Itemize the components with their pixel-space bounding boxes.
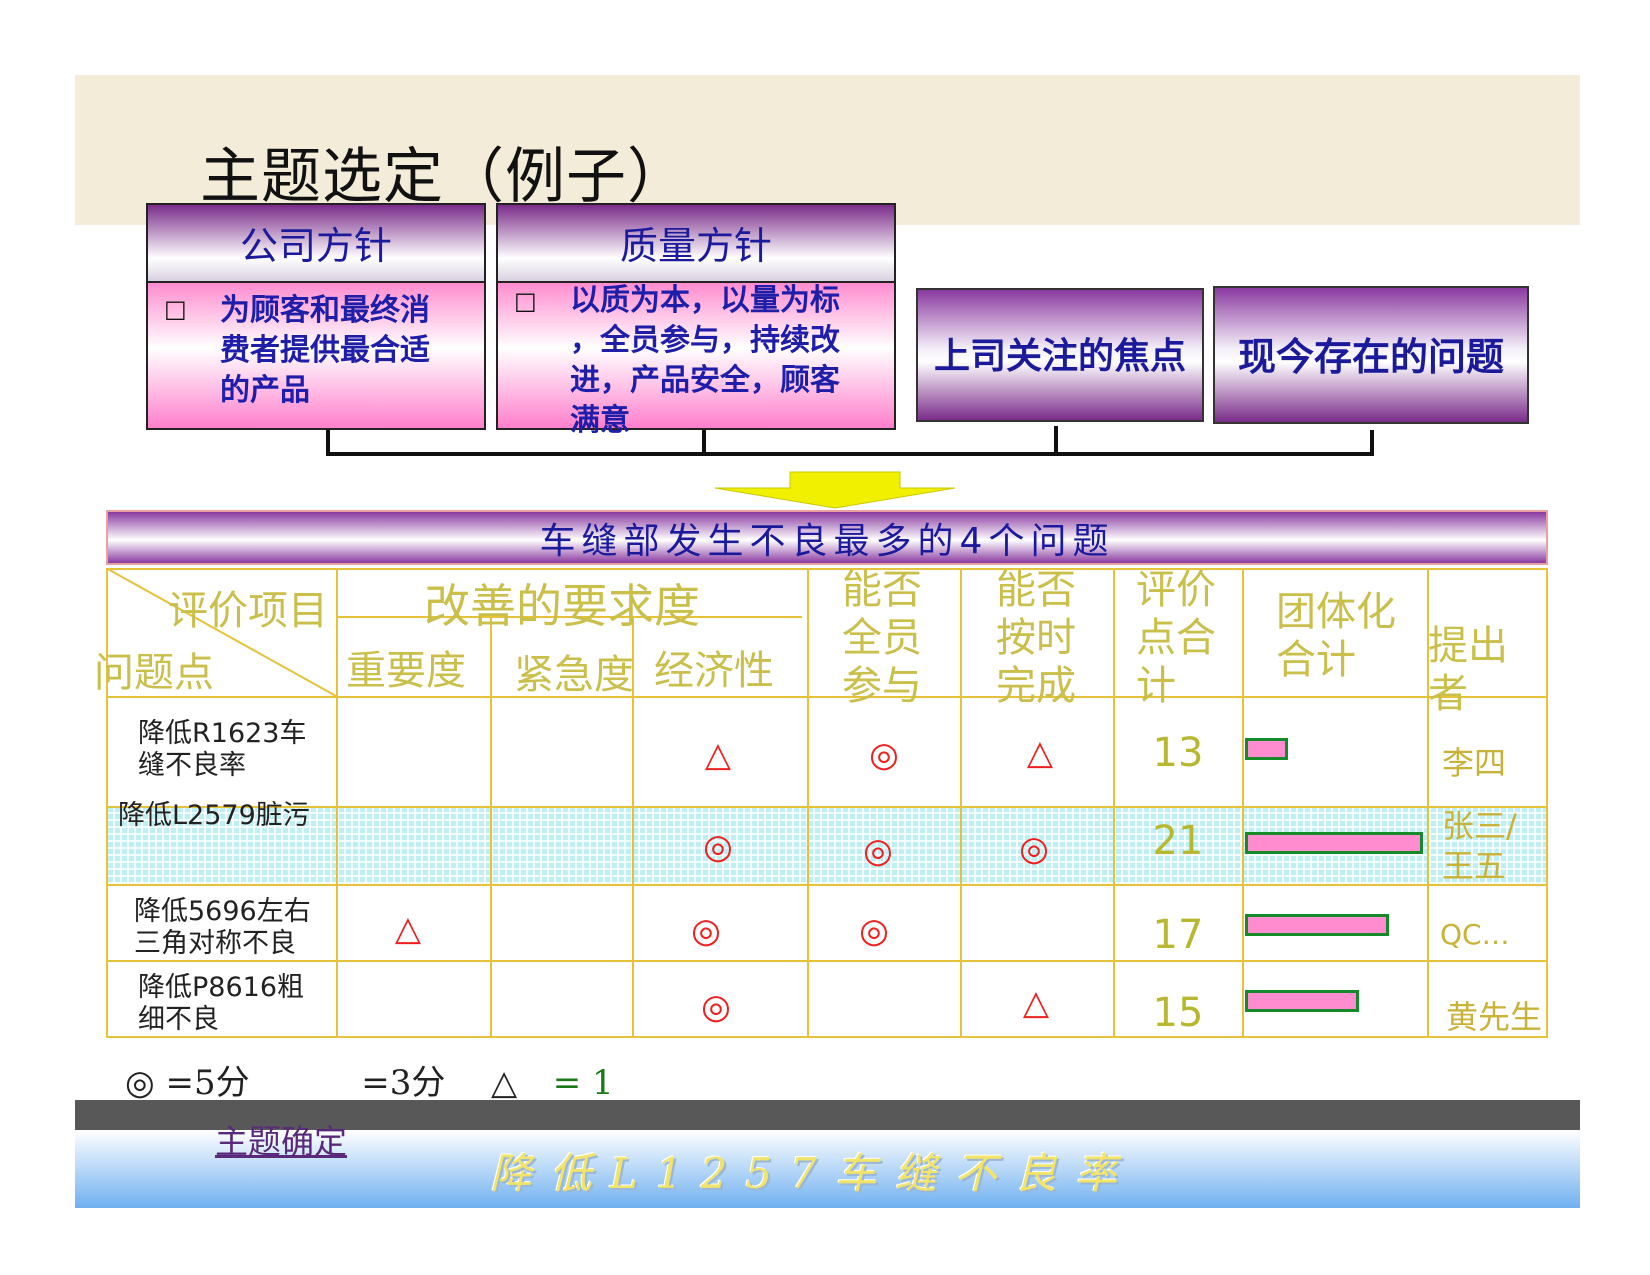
header-participation: 能否 全员 参与 [842, 566, 922, 710]
economy-mark: ◎ [691, 911, 721, 951]
quality-policy-text: 以质为本，以量为标 ，全员参与，持续改 进，产品安全，顾客 满意 [570, 281, 840, 441]
team-total-bar [1245, 832, 1423, 854]
boss-focus-label: 上司关注的焦点 [933, 336, 1186, 377]
policy-line: 费者提供最合适 [220, 333, 430, 368]
header-eval-item: 评价项目 [168, 588, 328, 634]
header-line: 评价 [1136, 567, 1216, 613]
economy-mark: △ [704, 735, 732, 775]
row-label-line: 细不良 [138, 1004, 219, 1035]
table-title: 车缝部发生不良最多的4个问题 [539, 521, 1115, 562]
footer-banner-text: 降低L1257车缝不良率 [490, 1149, 1135, 1198]
table-row-label: 降低R1623车 缝不良率 [138, 718, 306, 782]
row-label-line: 三角对称不良 [134, 928, 296, 959]
proposer-name: 李四 [1442, 744, 1507, 782]
table-row-label: 降低5696左右 三角对称不良 [134, 896, 311, 960]
header-line: 完成 [996, 663, 1076, 709]
header-line: 全员 [842, 615, 922, 661]
row-label-line: 缝不良率 [138, 750, 246, 781]
row-label-line: 降低P8616粗 [138, 972, 304, 1003]
legend-five: ◎ =5分 [125, 1063, 250, 1103]
proposer-name: QC… [1440, 918, 1510, 951]
checkbox-icon: □ [164, 295, 187, 323]
header-proposer: 提出 者 [1428, 622, 1508, 718]
participation-mark: ◎ [859, 911, 889, 951]
legend-one-value: = 1 [552, 1063, 614, 1103]
policy-line: 的产品 [220, 373, 310, 408]
header-score-total: 评价 点合 计 [1136, 566, 1216, 710]
score-value: 21 [1152, 818, 1204, 864]
team-total-bar [1245, 738, 1288, 760]
current-problems-box: 现今存在的问题 [1213, 286, 1529, 424]
team-total-bar [1245, 990, 1359, 1012]
down-arrow-icon [714, 471, 956, 509]
policy-line: 进，产品安全，顾客 [570, 363, 840, 398]
table-row-label: 降低P8616粗 细不良 [138, 972, 304, 1036]
table-title-bar: 车缝部发生不良最多的4个问题 [106, 510, 1548, 565]
score-value: 13 [1152, 730, 1204, 776]
table-row-label: 降低L2579脏污 [118, 800, 310, 832]
row-label-line: 降低5696左右 [134, 896, 311, 927]
economy-mark: ◎ [701, 987, 731, 1027]
policy-line: 以质为本，以量为标 [570, 283, 840, 318]
ontime-mark: △ [1026, 733, 1054, 773]
header-improvement: 改善的要求度 [424, 579, 700, 633]
header-line: 能否 [996, 567, 1076, 613]
legend-three: =3分 [361, 1063, 446, 1103]
ontime-mark: △ [1022, 983, 1050, 1023]
header-line: 参与 [842, 663, 922, 709]
ontime-mark: ◎ [1019, 829, 1049, 869]
row-label-line: 降低L2579脏污 [118, 800, 310, 831]
participation-mark: ◎ [863, 831, 893, 871]
team-total-bar [1245, 914, 1389, 936]
policy-line: ，全员参与，持续改 [570, 323, 840, 358]
economy-mark: ◎ [703, 827, 733, 867]
proposer-name: 黄先生 [1446, 998, 1543, 1036]
header-line: 提出 [1428, 623, 1508, 669]
current-problems-label: 现今存在的问题 [1237, 335, 1504, 379]
header-urgency: 紧急度 [514, 652, 634, 698]
score-value: 17 [1152, 912, 1204, 958]
score-value: 15 [1152, 990, 1204, 1036]
legend: ◎ =5分 =3分 △ = 1 [125, 1055, 614, 1104]
header-economy: 经济性 [654, 648, 774, 694]
company-policy-header: 公司方针 [146, 203, 486, 283]
company-policy-title: 公司方针 [239, 224, 392, 268]
header-line: 按时 [996, 615, 1076, 661]
page-title: 主题选定（例子） [200, 142, 688, 212]
header-importance: 重要度 [346, 648, 466, 694]
quality-policy-title: 质量方针 [619, 224, 772, 268]
header-line: 团体化 [1276, 589, 1396, 635]
topic-confirm-link[interactable]: 主题确定 [215, 1115, 347, 1163]
policy-line: 为顾客和最终消 [220, 293, 430, 328]
boss-focus-box: 上司关注的焦点 [916, 288, 1204, 422]
header-ontime: 能否 按时 完成 [996, 566, 1076, 710]
importance-mark: △ [394, 909, 422, 949]
proposer-line: 张三/ [1442, 807, 1517, 845]
quality-policy-header: 质量方针 [496, 203, 896, 283]
company-policy-body: □ 为顾客和最终消 费者提供最合适 的产品 [146, 281, 486, 430]
legend-one-symbol: △ [490, 1063, 518, 1103]
header-line: 能否 [842, 567, 922, 613]
quality-policy-body: □ 以质为本，以量为标 ，全员参与，持续改 进，产品安全，顾客 满意 [496, 281, 896, 438]
header-problem: 问题点 [94, 650, 214, 696]
row-label-line: 降低R1623车 [138, 718, 307, 749]
proposer-line: 王五 [1442, 847, 1507, 885]
header-line: 点合 [1136, 615, 1216, 661]
checkbox-icon: □ [514, 287, 537, 315]
header-line: 者 [1428, 671, 1468, 717]
proposer-name: 张三/ 王五 [1442, 806, 1517, 886]
header-line: 计 [1136, 663, 1176, 709]
company-policy-text: 为顾客和最终消 费者提供最合适 的产品 [220, 291, 430, 411]
participation-mark: ◎ [869, 735, 899, 775]
header-team-total: 团体化 合计 [1276, 588, 1396, 684]
header-line: 合计 [1276, 637, 1356, 683]
